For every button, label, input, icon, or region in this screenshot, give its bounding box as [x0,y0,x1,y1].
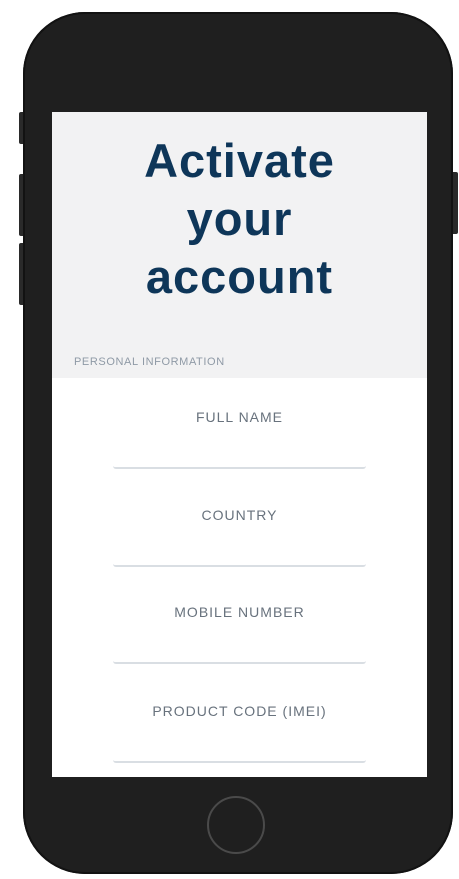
full-name-label: FULL NAME [195,409,284,425]
full-name-field: FULL NAME [113,409,366,479]
home-button[interactable] [207,796,265,854]
mobile-number-input[interactable] [113,628,366,664]
country-input[interactable] [113,531,366,567]
page-title-line-3: account [145,250,334,303]
product-code-input[interactable] [113,727,366,763]
mobile-number-field: MOBILE NUMBER [113,604,366,674]
page-title-line-1: Activate [144,134,335,187]
country-label: COUNTRY [201,507,278,523]
product-code-label: PRODUCT CODE (IMEI) [152,703,327,719]
section-label-personal-information: PERSONAL INFORMATION [74,356,225,368]
mobile-number-label: MOBILE NUMBER [174,604,305,620]
device-mockup: Activate your account PERSONAL INFORMATI… [0,0,459,879]
country-field: COUNTRY [113,507,366,577]
page-title: Activate your account [52,132,427,306]
product-code-field: PRODUCT CODE (IMEI) [113,703,366,773]
phone-screen: Activate your account PERSONAL INFORMATI… [52,112,427,777]
full-name-input[interactable] [113,433,366,469]
hero-header: Activate your account PERSONAL INFORMATI… [52,112,427,378]
page-title-line-2: your [186,192,293,245]
